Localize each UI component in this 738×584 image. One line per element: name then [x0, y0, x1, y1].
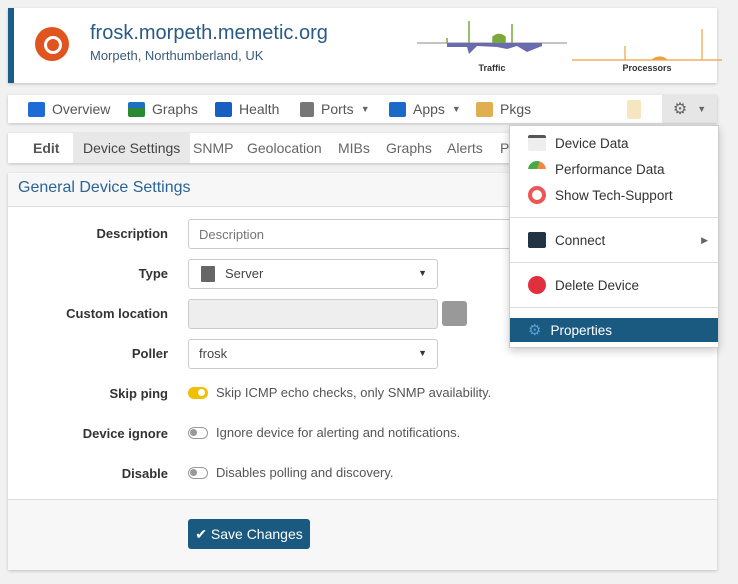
menu-label: Properties: [550, 322, 612, 338]
processors-sparkline[interactable]: [572, 16, 722, 64]
menu-label: Show Tech-Support: [555, 187, 673, 203]
settings-dropdown-menu: Device Data Performance Data Show Tech-S…: [509, 125, 719, 348]
processors-label: Processors: [622, 63, 672, 73]
nav-label: Graphs: [152, 101, 198, 117]
device-header: frosk.morpeth.memetic.org Morpeth, North…: [8, 8, 722, 83]
device-hostname[interactable]: frosk.morpeth.memetic.org: [90, 22, 328, 45]
menu-delete-device[interactable]: Delete Device: [510, 273, 718, 297]
gauge-icon: [528, 161, 546, 177]
divider: [510, 217, 718, 218]
menu-label: Connect: [555, 232, 606, 248]
nav-graphs[interactable]: Graphs: [128, 95, 198, 123]
traffic-label: Traffic: [478, 63, 506, 73]
settings-dropdown-button[interactable]: ⚙ ▼: [662, 95, 717, 123]
nav-health[interactable]: Health: [215, 95, 279, 123]
menu-device-data[interactable]: Device Data: [510, 131, 718, 155]
menu-label: Delete Device: [555, 277, 640, 293]
server-icon: [201, 266, 215, 282]
delete-icon: [528, 276, 546, 294]
divider: [510, 262, 718, 263]
tab-mibs[interactable]: MIBs: [328, 133, 380, 163]
device-ignore-toggle[interactable]: [188, 427, 208, 439]
tab-graphs[interactable]: Graphs: [376, 133, 442, 163]
nav-label: Health: [239, 101, 280, 117]
save-changes-button[interactable]: ✔ Save Changes: [188, 519, 310, 549]
ubuntu-logo-icon: [35, 27, 69, 61]
properties-icon: ⚙: [528, 322, 542, 339]
nav-overview[interactable]: Overview: [28, 95, 110, 123]
menu-properties[interactable]: ⚙ Properties: [510, 318, 718, 342]
pkgs-icon: [476, 101, 493, 117]
description-input[interactable]: [188, 219, 518, 249]
disable-toggle[interactable]: [188, 467, 208, 479]
device-location: Morpeth, Northumberland, UK: [90, 48, 264, 63]
gear-icon: ⚙: [672, 101, 688, 118]
type-label: Type: [138, 266, 168, 281]
graphs-icon: [128, 101, 145, 117]
nav-label: Pkgs: [500, 101, 532, 117]
menu-connect[interactable]: Connect ▶: [510, 228, 718, 252]
type-value: Server: [225, 266, 264, 281]
submenu-arrow-icon: ▶: [701, 234, 708, 245]
description-label: Description: [96, 226, 168, 241]
skip-ping-text: Skip ICMP echo checks, only SNMP availab…: [216, 385, 492, 400]
nav-label: Ports: [321, 101, 354, 117]
skip-ping-toggle[interactable]: [188, 387, 208, 399]
tabs-heading: Edit: [33, 140, 60, 156]
nav-pkgs[interactable]: Pkgs: [476, 95, 531, 123]
disable-text: Disables polling and discovery.: [216, 465, 394, 480]
tab-device-settings[interactable]: Device Settings: [73, 133, 191, 163]
poller-value: frosk: [199, 346, 228, 361]
tab-snmp[interactable]: SNMP: [183, 133, 243, 163]
apps-icon: [389, 101, 406, 117]
caret-down-icon: ▼: [360, 104, 370, 114]
tab-geolocation[interactable]: Geolocation: [237, 133, 332, 163]
type-select[interactable]: Server: [188, 259, 438, 289]
overview-icon: [28, 101, 45, 117]
device-data-icon: [528, 135, 546, 151]
location-override-toggle[interactable]: [442, 301, 467, 326]
nav-label: Overview: [52, 101, 111, 117]
poller-label: Poller: [131, 346, 168, 361]
health-icon: [215, 101, 232, 117]
menu-show-tech-support[interactable]: Show Tech-Support: [510, 183, 718, 207]
notepad-icon: [627, 99, 641, 119]
nav-apps[interactable]: Apps ▼: [389, 95, 461, 123]
divider: [510, 307, 718, 308]
device-ignore-text: Ignore device for alerting and notificat…: [216, 425, 461, 440]
traffic-sparkline[interactable]: [417, 16, 567, 64]
skip-ping-label: Skip ping: [109, 386, 169, 401]
disable-label: Disable: [121, 466, 168, 481]
terminal-icon: [528, 232, 546, 248]
menu-label: Device Data: [555, 135, 629, 151]
check-icon: ✔: [195, 525, 207, 542]
lifebuoy-icon: [528, 186, 546, 204]
menu-performance-data[interactable]: Performance Data: [510, 157, 718, 181]
panel-footer: ✔ Save Changes: [8, 499, 717, 570]
ports-icon: [300, 101, 314, 117]
nav-label: Apps: [413, 101, 445, 117]
caret-down-icon: ▼: [451, 104, 461, 114]
save-label: Save Changes: [210, 525, 303, 542]
caret-down-icon: ▼: [697, 104, 707, 114]
device-nav: Overview Graphs Health Ports ▼ Apps ▼ Pkgs…: [8, 95, 717, 123]
poller-select[interactable]: frosk: [188, 339, 438, 369]
device-ignore-label: Device ignore: [82, 426, 168, 441]
tab-alerts[interactable]: Alerts: [437, 133, 493, 163]
notes-button[interactable]: [627, 95, 641, 123]
custom-location-label: Custom location: [66, 306, 168, 321]
custom-location-input: [188, 299, 438, 329]
nav-ports[interactable]: Ports ▼: [300, 95, 370, 123]
menu-label: Performance Data: [555, 161, 665, 177]
